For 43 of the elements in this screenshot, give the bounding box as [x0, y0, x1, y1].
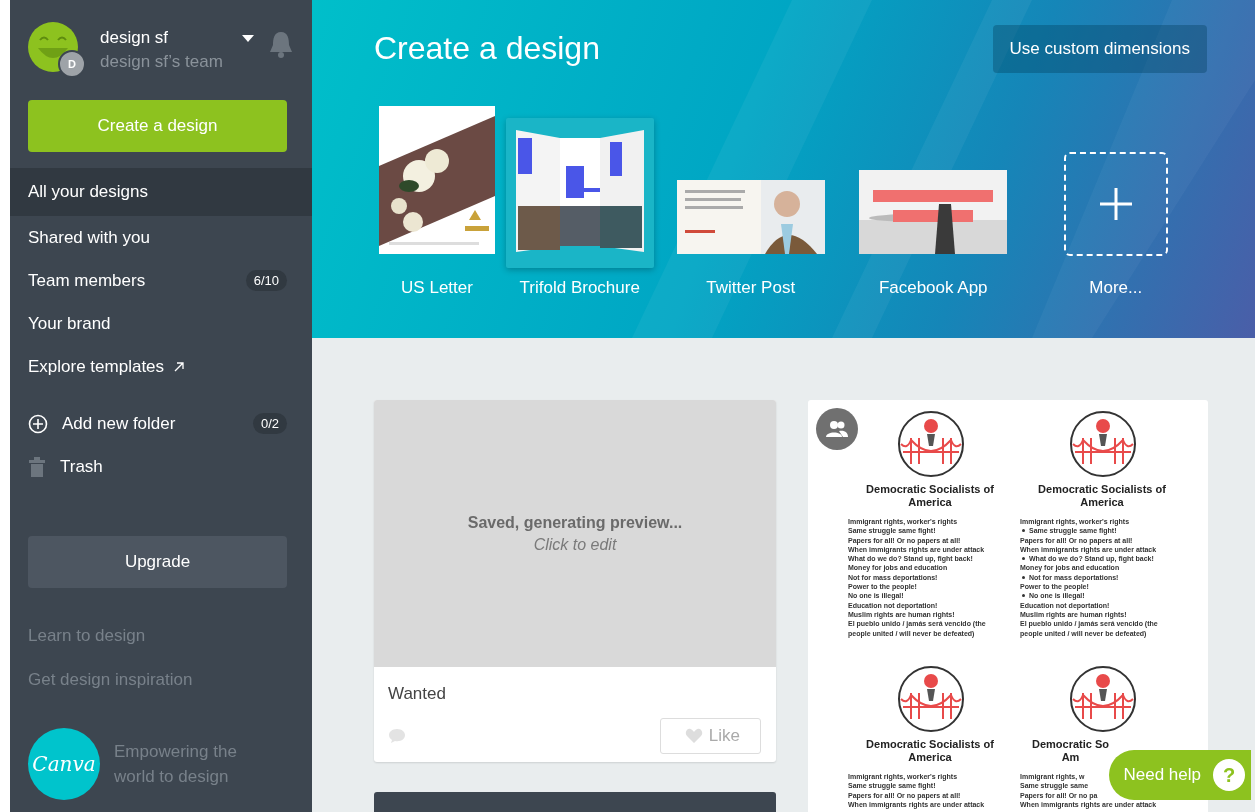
template-label: More... [1089, 278, 1143, 298]
preview-status: Saved, generating preview... [467, 513, 683, 532]
template-thumbnail[interactable] [505, 118, 654, 268]
nav-item[interactable]: All your designs [10, 168, 312, 216]
template-label: Facebook App [878, 278, 988, 298]
bridge-logo-icon [897, 665, 965, 733]
flyer-heading: Democratic So Am [1032, 738, 1110, 764]
flyer-preview[interactable] [808, 400, 1208, 812]
folder-count: 0/2 [252, 413, 287, 434]
caret-icon[interactable] [242, 35, 254, 43]
bridge-logo-icon [1069, 665, 1137, 733]
upgrade-button[interactable]: Upgrade [28, 536, 287, 588]
trash-icon [28, 456, 46, 477]
design-card[interactable]: Saved, generating preview... Click to edit Wanted Like [374, 400, 776, 762]
nav-item[interactable]: Your brand [10, 302, 312, 345]
template-label: Trifold Brochure [519, 278, 640, 298]
flyer-heading: Democratic Socialists of America [1037, 483, 1167, 509]
nav-item[interactable]: Explore templates [10, 345, 312, 388]
flyer-heading: Democratic Socialists of America [865, 738, 995, 764]
template-label: US Letter [401, 278, 473, 298]
edit-hint: Click to edit [533, 535, 617, 554]
folder-item[interactable]: Trash [10, 445, 312, 488]
member-count: 6/10 [245, 270, 287, 291]
bridge-logo-icon [1069, 410, 1137, 478]
user-initial-badge: D [58, 50, 86, 78]
heart-icon [684, 728, 703, 744]
nav-item[interactable]: Team members 6/10 [10, 259, 312, 302]
flyer-heading: Democratic Socialists of America [865, 483, 995, 509]
user-avatar[interactable] [28, 22, 78, 72]
template-label: Twitter Post [706, 278, 796, 298]
design-title: Wanted [387, 683, 447, 704]
question-icon: ? [1213, 759, 1245, 791]
plus-circle-icon [28, 413, 48, 434]
external-link-icon [174, 361, 185, 372]
user-name: design sf [100, 28, 170, 48]
preview-placeholder[interactable]: Saved, generating preview... Click to edit [374, 400, 776, 667]
tagline: Empowering the world to design [114, 741, 238, 788]
nav-item[interactable]: Shared with you [10, 216, 312, 259]
folder-item[interactable]: Add new folder 0/2 [10, 402, 312, 445]
page-title: Create a design [374, 29, 600, 67]
custom-dimensions-button[interactable]: Use custom dimensions [992, 25, 1207, 73]
bridge-logo-icon [897, 410, 965, 478]
team-name: design sf’s team [100, 52, 224, 72]
